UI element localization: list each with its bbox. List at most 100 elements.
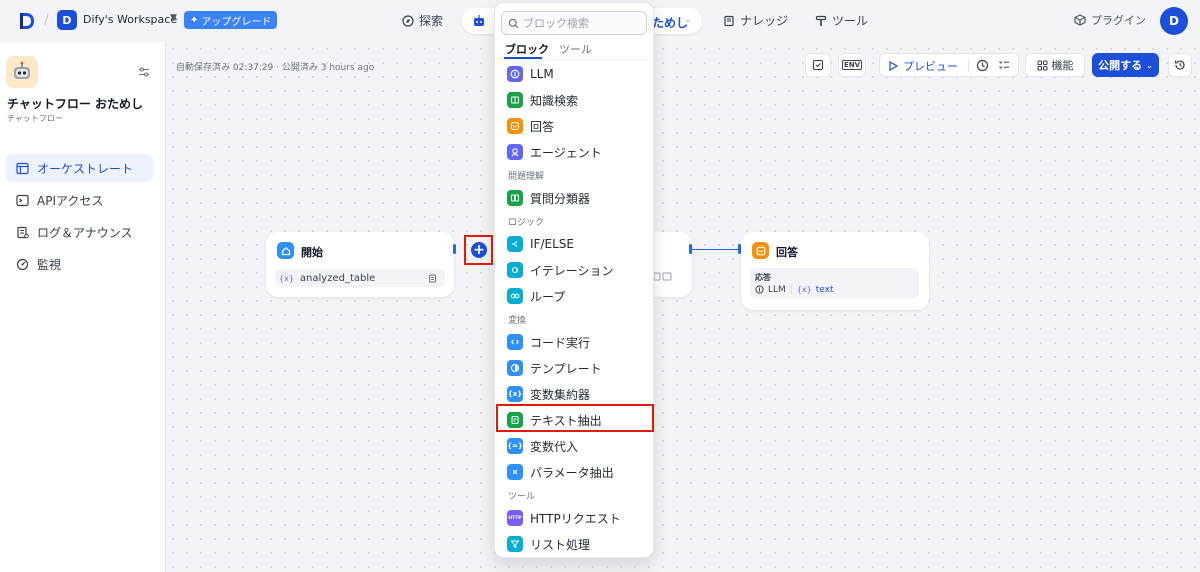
divider bbox=[968, 59, 969, 72]
block-item-agent[interactable]: エージェント bbox=[507, 143, 602, 161]
block-search-field[interactable] bbox=[501, 11, 647, 35]
nav-tools[interactable]: ツール bbox=[815, 12, 868, 29]
document-icon bbox=[429, 274, 436, 282]
block-item-http-request[interactable]: HTTP HTTPリクエスト bbox=[507, 509, 621, 527]
upgrade-button[interactable]: ✦ アップグレード bbox=[184, 11, 278, 29]
cube-icon bbox=[1074, 14, 1086, 26]
save-status: 自動保存済み 02:37:29 · 公開済み 3 hours ago bbox=[176, 63, 375, 73]
checklist-button[interactable] bbox=[805, 53, 831, 77]
filter-icon bbox=[507, 536, 523, 552]
answer-field[interactable]: 応答 LLM | {x} text bbox=[750, 268, 919, 298]
block-item-label: コード実行 bbox=[530, 335, 591, 350]
app-type: チャットフロー bbox=[7, 114, 63, 123]
env-button[interactable]: ENV bbox=[838, 53, 866, 77]
sliders-icon[interactable] bbox=[138, 66, 150, 78]
start-node[interactable]: 開始 {x} analyzed_table bbox=[266, 232, 454, 297]
variable-icon: {x} bbox=[279, 273, 294, 283]
upgrade-label: アップグレード bbox=[201, 16, 272, 28]
variable-icon: {x} bbox=[796, 285, 812, 294]
block-category-label: ツール bbox=[508, 492, 536, 502]
layout-icon bbox=[16, 162, 29, 174]
workspace-avatar[interactable]: D bbox=[57, 10, 77, 30]
llm-icon bbox=[755, 285, 764, 294]
block-item-label: 知識検索 bbox=[530, 93, 579, 108]
sidebar-item-label: 監視 bbox=[37, 257, 62, 272]
knowledge-icon bbox=[507, 92, 523, 108]
block-item-template[interactable]: テンプレート bbox=[507, 359, 602, 377]
sidebar-item-logs[interactable]: ログ＆アナウンス bbox=[6, 218, 153, 246]
preview-label: プレビュー bbox=[903, 60, 958, 73]
block-item-llm[interactable]: LLM bbox=[507, 65, 554, 83]
terminal-icon bbox=[16, 194, 29, 206]
block-item-label: ループ bbox=[530, 289, 566, 304]
block-item-loop[interactable]: ループ bbox=[507, 287, 565, 305]
user-avatar[interactable]: D bbox=[1160, 7, 1188, 35]
app-icon bbox=[6, 56, 38, 88]
sidebar-item-monitor[interactable]: 監視 bbox=[6, 250, 153, 278]
variable-name: analyzed_table bbox=[299, 272, 376, 284]
search-icon bbox=[508, 18, 519, 28]
block-item-iteration[interactable]: イテレーション bbox=[507, 261, 614, 279]
breadcrumb-separator: / bbox=[44, 12, 49, 28]
chevron-down-icon[interactable]: ⌄ bbox=[684, 15, 692, 25]
robot-icon bbox=[14, 61, 30, 79]
divider bbox=[495, 59, 653, 60]
block-item-list-operator[interactable]: リスト処理 bbox=[507, 535, 590, 553]
checklist-icon[interactable] bbox=[998, 59, 1011, 72]
sidebar-item-api-access[interactable]: APIアクセス bbox=[6, 186, 153, 214]
preview-button[interactable]: プレビュー bbox=[888, 58, 958, 74]
env-label: ENV bbox=[841, 60, 863, 70]
block-item-question-classifier[interactable]: 質問分類器 bbox=[507, 189, 590, 207]
history-run-icon[interactable] bbox=[976, 59, 989, 72]
plugin-button[interactable]: プラグイン bbox=[1074, 12, 1146, 28]
chevron-down-icon[interactable]: ▼ bbox=[170, 13, 177, 23]
block-item-label: エージェント bbox=[530, 145, 602, 160]
text-extractor-highlight bbox=[496, 404, 654, 432]
block-item-label: パラメータ抽出 bbox=[530, 465, 614, 480]
block-item-knowledge-retrieval[interactable]: 知識検索 bbox=[507, 91, 578, 109]
workflow-canvas[interactable] bbox=[166, 42, 1200, 572]
block-item-label: 変数集約器 bbox=[530, 387, 591, 402]
assigner-icon: {=} bbox=[507, 438, 523, 454]
block-item-if-else[interactable]: IF/ELSE bbox=[507, 235, 574, 253]
block-item-label: HTTPリクエスト bbox=[530, 511, 621, 526]
nav-knowledge[interactable]: ナレッジ bbox=[723, 12, 788, 29]
agent-icon bbox=[507, 144, 523, 160]
block-item-parameter-extractor[interactable]: パラメータ抽出 bbox=[507, 463, 614, 481]
block-item-code[interactable]: コード実行 bbox=[507, 333, 590, 351]
block-item-label: LLM bbox=[530, 67, 554, 81]
answer-node[interactable]: 回答 応答 LLM | {x} text bbox=[741, 232, 929, 310]
start-variable[interactable]: {x} analyzed_table bbox=[275, 269, 445, 287]
block-item-label: リスト処理 bbox=[530, 537, 591, 552]
block-item-label: 回答 bbox=[530, 119, 555, 134]
edge-llm-to-answer bbox=[692, 249, 740, 250]
block-item-label: 質問分類器 bbox=[530, 191, 591, 206]
block-search-input[interactable] bbox=[523, 16, 643, 30]
monitor-icon bbox=[16, 258, 29, 270]
log-icon bbox=[17, 226, 29, 238]
nav-explore[interactable]: 探索 bbox=[402, 12, 443, 29]
classifier-icon bbox=[507, 190, 523, 206]
code-icon bbox=[507, 334, 523, 350]
workspace-name[interactable]: Dify's Workspace bbox=[83, 13, 177, 26]
block-item-variable-assigner[interactable]: {=} 変数代入 bbox=[507, 437, 578, 455]
template-icon bbox=[507, 360, 523, 376]
block-item-answer[interactable]: 回答 bbox=[507, 117, 554, 135]
tab-tools[interactable]: ツール bbox=[559, 41, 592, 57]
features-button[interactable]: 機能 bbox=[1025, 53, 1085, 77]
tab-blocks[interactable]: ブロック bbox=[505, 41, 549, 57]
app-name: チャットフロー おためし bbox=[7, 97, 144, 111]
iteration-icon bbox=[507, 262, 523, 278]
add-block-button[interactable]: + bbox=[471, 242, 487, 258]
block-category-label: ロジック bbox=[508, 218, 545, 228]
block-picker: ブロック ツール LLM 知識検索 回答 エージェント 問題理解 質問分類器 ロ… bbox=[494, 2, 654, 558]
nav-studio-app-label: ためし bbox=[652, 16, 689, 30]
start-node-output-handle[interactable] bbox=[453, 244, 456, 254]
robot-icon bbox=[474, 15, 484, 26]
block-item-variable-aggregator[interactable]: {x} 変数集約器 bbox=[507, 385, 590, 403]
sparkle-icon: ✦ bbox=[190, 14, 199, 26]
dify-logo-icon[interactable] bbox=[18, 11, 36, 31]
version-history-button[interactable] bbox=[1168, 53, 1192, 77]
sidebar-item-orchestrate[interactable]: オーケストレート bbox=[6, 154, 153, 182]
publish-button[interactable]: 公開する ⌄ bbox=[1092, 53, 1159, 77]
